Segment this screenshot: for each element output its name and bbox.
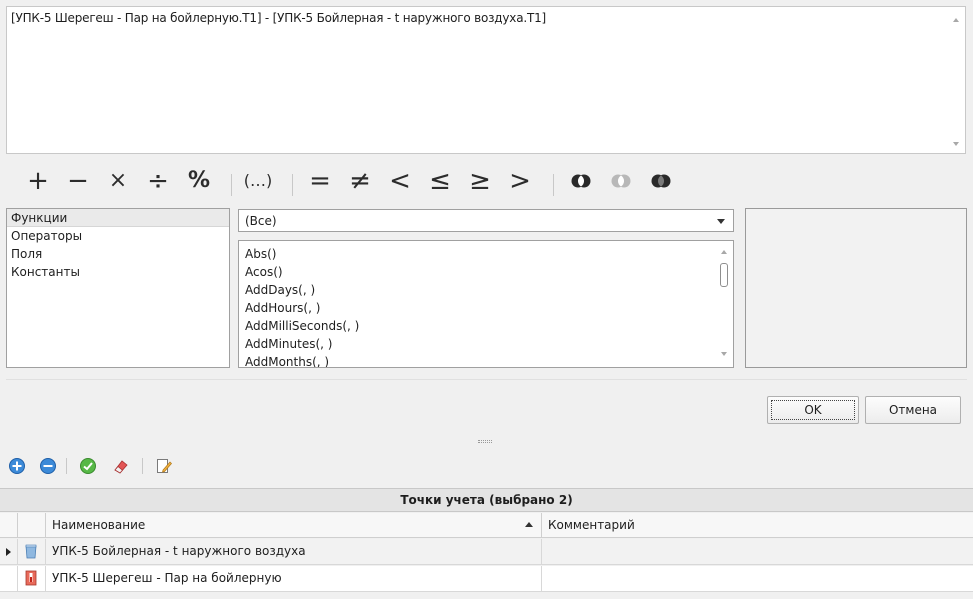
check-icon[interactable] xyxy=(79,457,97,475)
description-panel xyxy=(745,208,967,368)
ok-button[interactable]: OK xyxy=(767,396,859,424)
divide-operator-button[interactable]: ÷ xyxy=(146,163,170,199)
not-operator-icon[interactable] xyxy=(651,173,671,189)
cancel-button[interactable]: Отмена xyxy=(865,396,961,424)
toolbar-separator xyxy=(66,458,67,474)
row-indicator[interactable] xyxy=(0,566,18,591)
add-icon[interactable] xyxy=(8,457,26,475)
list-item[interactable]: AddMonths(, ) xyxy=(239,353,733,367)
column-name-label: Наименование xyxy=(52,518,146,532)
table-row[interactable]: УПК-5 Шерегеш - Пар на бойлерную xyxy=(0,566,973,592)
percent-operator-button[interactable]: % xyxy=(186,163,212,199)
parentheses-operator-button[interactable]: (…) xyxy=(243,163,273,199)
scroll-down-icon[interactable] xyxy=(721,352,727,356)
minus-operator-button[interactable]: − xyxy=(66,163,90,199)
table-row[interactable]: УПК-5 Бойлерная - t наружного воздуха xyxy=(0,539,973,565)
multiply-operator-button[interactable]: × xyxy=(106,163,130,199)
current-row-arrow-icon xyxy=(6,548,11,556)
chevron-down-icon[interactable] xyxy=(717,219,725,224)
grid-header: Наименование Комментарий xyxy=(0,513,973,538)
row-indicator-header xyxy=(0,513,18,537)
expression-scrollbar[interactable] xyxy=(948,8,964,152)
divider xyxy=(6,379,967,380)
less-equal-operator-button[interactable]: ≤ xyxy=(428,163,452,199)
thermometer-icon xyxy=(25,570,37,586)
row-icon-cell xyxy=(18,539,46,564)
function-list-scrollbar[interactable] xyxy=(716,242,732,366)
grid-title: Точки учета (выбрано 2) xyxy=(0,488,973,512)
column-header-name[interactable]: Наименование xyxy=(46,513,542,537)
icon-column-header xyxy=(18,513,46,537)
toolbar-separator xyxy=(553,174,554,196)
cell-comment[interactable] xyxy=(542,566,973,591)
cell-comment[interactable] xyxy=(542,539,973,564)
less-operator-button[interactable]: < xyxy=(388,163,412,199)
expression-text[interactable]: [УПК-5 Шерегеш - Пар на бойлерную.T1] - … xyxy=(11,11,546,25)
row-indicator[interactable] xyxy=(0,539,18,564)
and-operator-icon[interactable] xyxy=(571,173,591,189)
edit-document-icon[interactable] xyxy=(155,457,173,475)
scroll-down-icon[interactable] xyxy=(953,142,959,146)
function-filter-dropdown[interactable]: (Все) xyxy=(238,209,734,232)
toolbar-separator xyxy=(231,174,232,196)
or-operator-icon[interactable] xyxy=(611,173,631,189)
remove-icon[interactable] xyxy=(39,457,57,475)
sort-ascending-icon xyxy=(525,522,533,527)
list-item[interactable]: AddMilliSeconds(, ) xyxy=(239,317,733,335)
cell-name[interactable]: УПК-5 Бойлерная - t наружного воздуха xyxy=(46,539,542,564)
column-header-comment[interactable]: Комментарий xyxy=(542,513,973,537)
scroll-up-icon[interactable] xyxy=(953,18,959,22)
function-list[interactable]: Abs() Acos() AddDays(, ) AddHours(, ) Ad… xyxy=(238,240,734,368)
cell-name[interactable]: УПК-5 Шерегеш - Пар на бойлерную xyxy=(46,566,542,591)
filter-selected-value: (Все) xyxy=(245,214,277,228)
toolbar-separator xyxy=(142,458,143,474)
toolbar-separator xyxy=(292,174,293,196)
category-functions[interactable]: Функции xyxy=(7,209,229,227)
list-item[interactable]: Acos() xyxy=(239,263,733,281)
category-constants[interactable]: Константы xyxy=(7,263,229,281)
equal-operator-button[interactable]: = xyxy=(308,163,332,199)
scroll-thumb[interactable] xyxy=(720,263,728,287)
plus-operator-button[interactable]: + xyxy=(26,163,50,199)
category-list[interactable]: Функции Операторы Поля Константы xyxy=(6,208,230,368)
greater-operator-button[interactable]: > xyxy=(508,163,532,199)
not-equal-operator-button[interactable]: ≠ xyxy=(348,163,372,199)
eraser-icon[interactable] xyxy=(112,457,130,475)
column-comment-label: Комментарий xyxy=(548,518,635,532)
greater-equal-operator-button[interactable]: ≥ xyxy=(468,163,492,199)
air-temperature-icon xyxy=(25,544,37,559)
splitter-handle[interactable] xyxy=(478,440,492,443)
expression-editor[interactable]: [УПК-5 Шерегеш - Пар на бойлерную.T1] - … xyxy=(6,6,966,154)
category-fields[interactable]: Поля xyxy=(7,245,229,263)
list-item[interactable]: AddDays(, ) xyxy=(239,281,733,299)
row-icon-cell xyxy=(18,566,46,591)
list-item[interactable]: AddHours(, ) xyxy=(239,299,733,317)
scroll-up-icon[interactable] xyxy=(721,250,727,254)
list-item[interactable]: Abs() xyxy=(239,245,733,263)
category-operators[interactable]: Операторы xyxy=(7,227,229,245)
list-item[interactable]: AddMinutes(, ) xyxy=(239,335,733,353)
focus-rectangle xyxy=(771,400,855,420)
